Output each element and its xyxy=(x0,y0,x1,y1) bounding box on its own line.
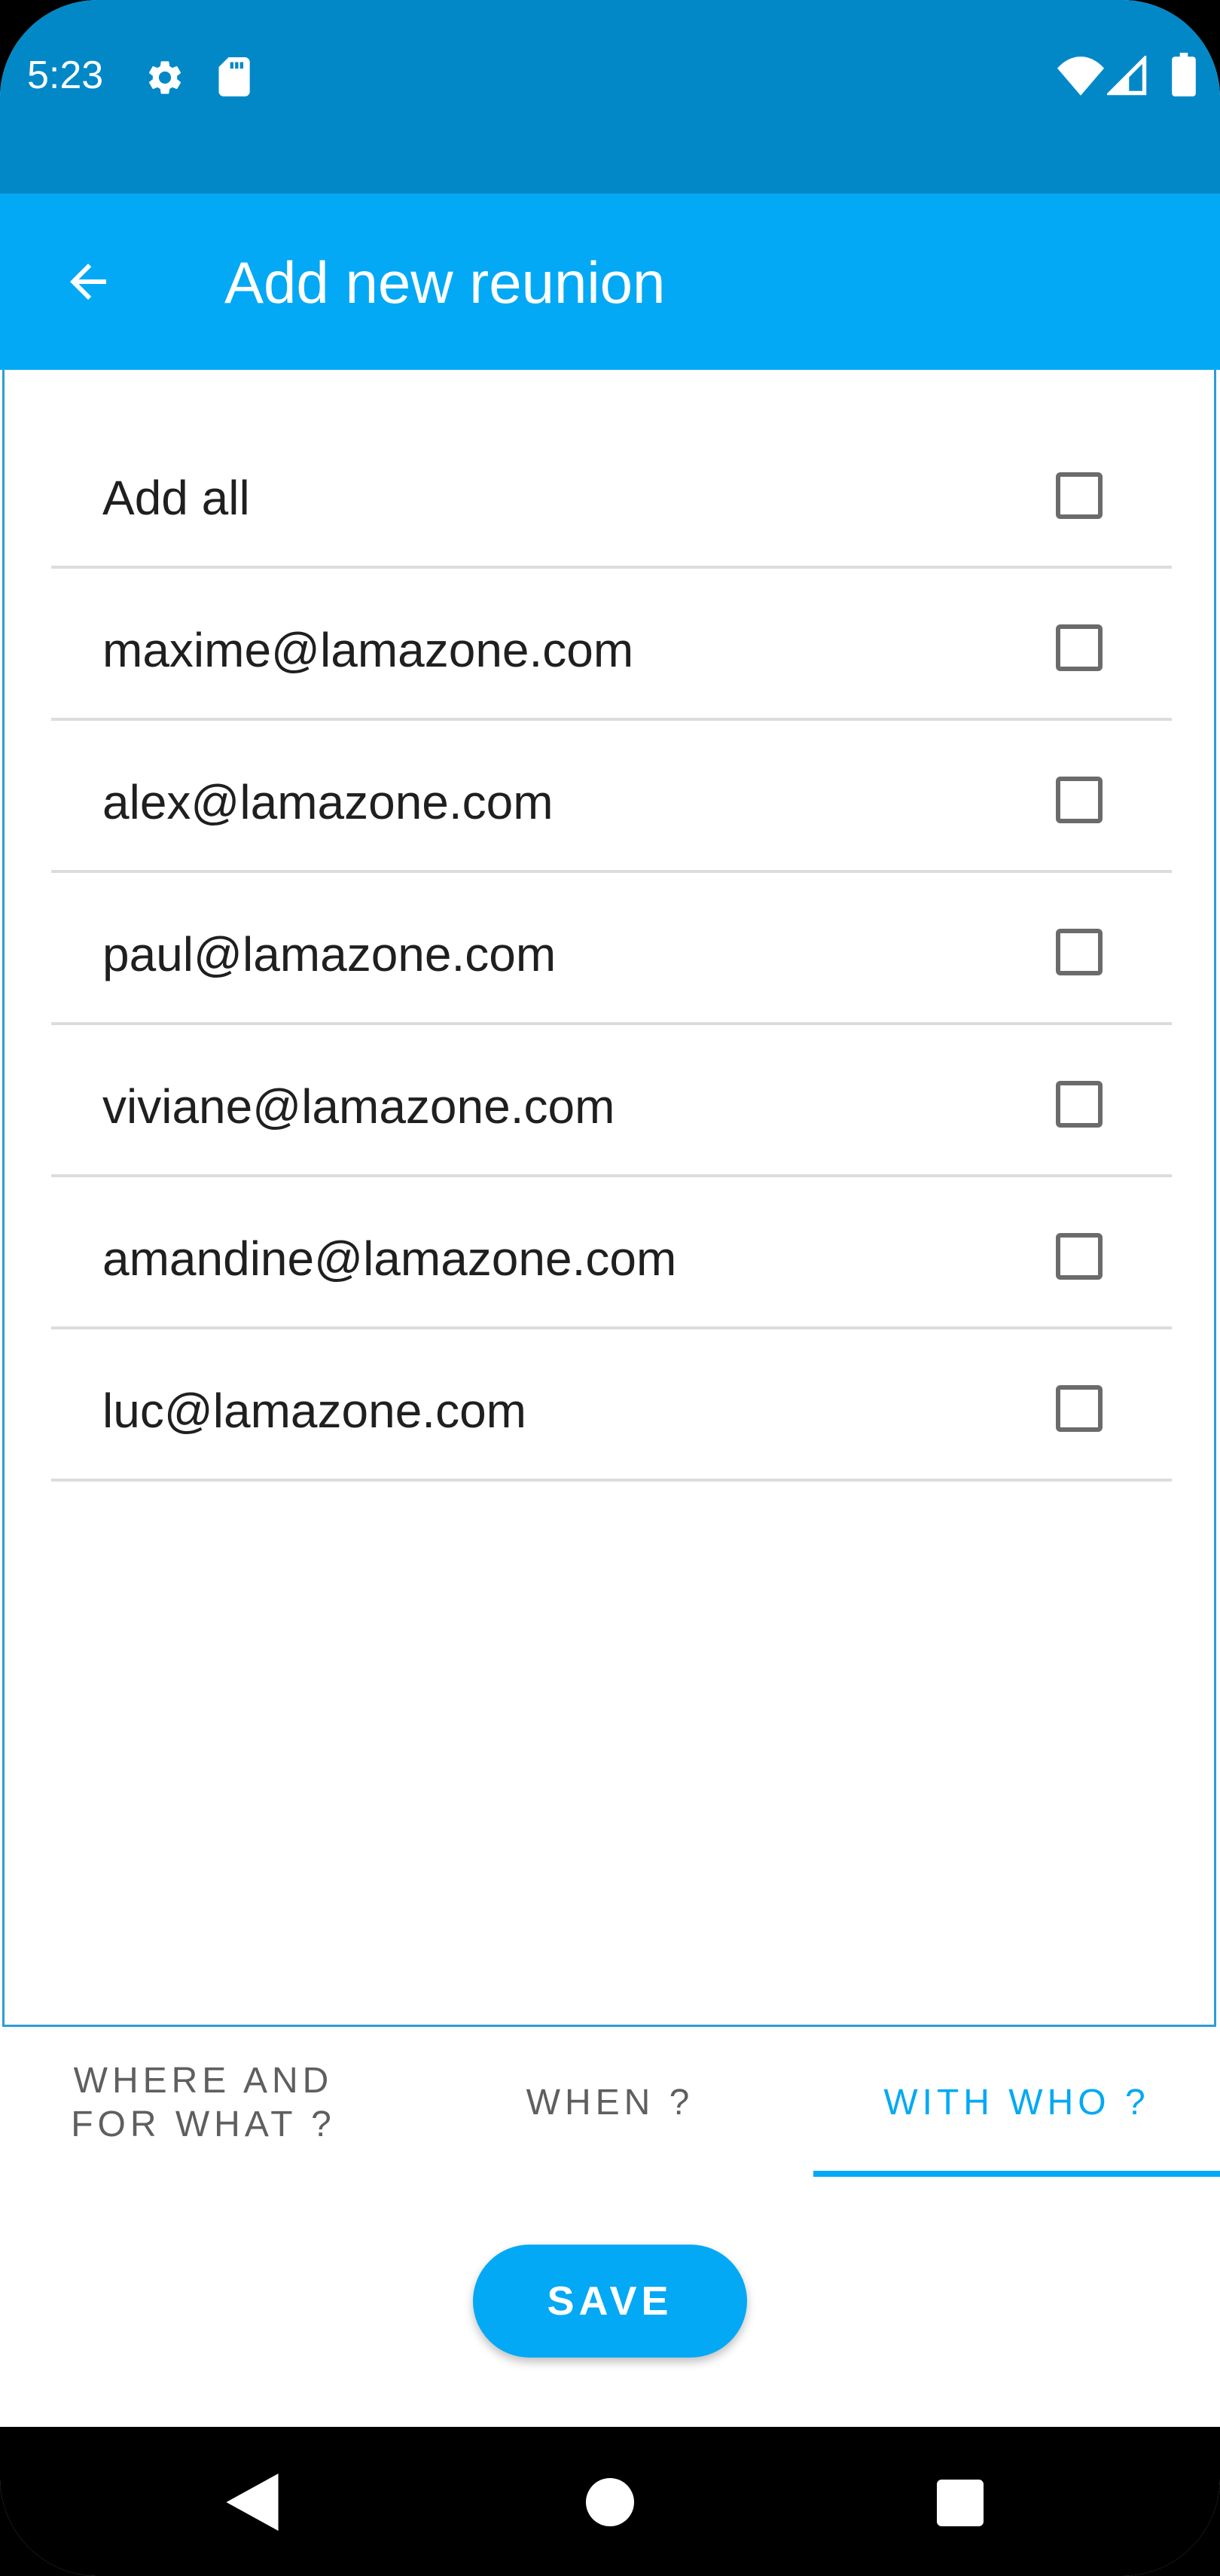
list-item[interactable]: viviane@lamazone.com xyxy=(51,1025,1172,1177)
participants-list: Add all maxime@lamazone.com alex@lamazon… xyxy=(51,370,1172,1482)
participant-checkbox[interactable] xyxy=(1056,929,1103,975)
list-item-add-all[interactable]: Add all xyxy=(51,370,1172,569)
app-bar: Add new reunion xyxy=(0,194,1220,370)
list-item-label: Add all xyxy=(102,471,250,525)
tab-label-line: WHERE AND xyxy=(73,2061,334,2101)
tab-bar: WHERE AND FOR WHAT ? WHEN ? WITH WHO ? xyxy=(0,2029,1220,2177)
tab-indicator xyxy=(813,2171,1220,2177)
tab-when[interactable]: WHEN ? xyxy=(407,2029,813,2177)
page-title: Add new reunion xyxy=(224,249,666,316)
nav-home-icon[interactable] xyxy=(586,2478,634,2526)
tab-label: WHERE AND FOR WHAT ? xyxy=(71,2059,336,2147)
participant-checkbox[interactable] xyxy=(1056,1081,1103,1128)
tab-where-and-for-what[interactable]: WHERE AND FOR WHAT ? xyxy=(0,2029,407,2177)
save-button[interactable]: SAVE xyxy=(473,2245,747,2358)
list-item-label: alex@lamazone.com xyxy=(102,775,554,829)
arrow-back-icon xyxy=(70,264,106,300)
list-item[interactable]: paul@lamazone.com xyxy=(51,873,1172,1025)
add-all-checkbox[interactable] xyxy=(1056,472,1103,519)
system-nav-bar xyxy=(0,2427,1220,2576)
tab-with-who[interactable]: WITH WHO ? xyxy=(813,2029,1220,2177)
list-item-label: maxime@lamazone.com xyxy=(102,623,634,677)
list-item-label: paul@lamazone.com xyxy=(102,927,557,981)
tab-label: WITH WHO ? xyxy=(883,2083,1150,2123)
participant-checkbox[interactable] xyxy=(1056,1233,1103,1280)
back-button[interactable] xyxy=(47,240,130,323)
signal-icon xyxy=(1107,56,1147,96)
participant-checkbox[interactable] xyxy=(1056,1385,1103,1432)
status-bar: 5:23 xyxy=(0,0,1220,194)
wifi-icon xyxy=(1057,56,1104,96)
nav-recents-icon[interactable] xyxy=(937,2480,984,2526)
phone-screen: 5:23 Add new reunion Add all maxime@lama… xyxy=(0,0,1220,2576)
list-item[interactable]: amandine@lamazone.com xyxy=(51,1177,1172,1329)
sd-card-icon xyxy=(218,57,250,96)
participant-checkbox[interactable] xyxy=(1056,777,1103,823)
nav-back-icon[interactable] xyxy=(226,2474,279,2531)
tab-label-line: FOR WHAT ? xyxy=(71,2104,336,2144)
list-item-label: amandine@lamazone.com xyxy=(102,1232,677,1286)
participants-panel: Add all maxime@lamazone.com alex@lamazon… xyxy=(2,370,1216,2027)
list-item[interactable]: maxime@lamazone.com xyxy=(51,569,1172,721)
list-item[interactable]: alex@lamazone.com xyxy=(51,721,1172,873)
status-time: 5:23 xyxy=(27,53,104,97)
battery-icon xyxy=(1172,53,1196,96)
tab-label: WHEN ? xyxy=(526,2083,694,2123)
list-item-label: luc@lamazone.com xyxy=(102,1384,526,1438)
gear-icon xyxy=(148,61,181,94)
list-item[interactable]: luc@lamazone.com xyxy=(51,1329,1172,1482)
list-item-label: viviane@lamazone.com xyxy=(102,1079,615,1134)
participant-checkbox[interactable] xyxy=(1056,624,1103,671)
